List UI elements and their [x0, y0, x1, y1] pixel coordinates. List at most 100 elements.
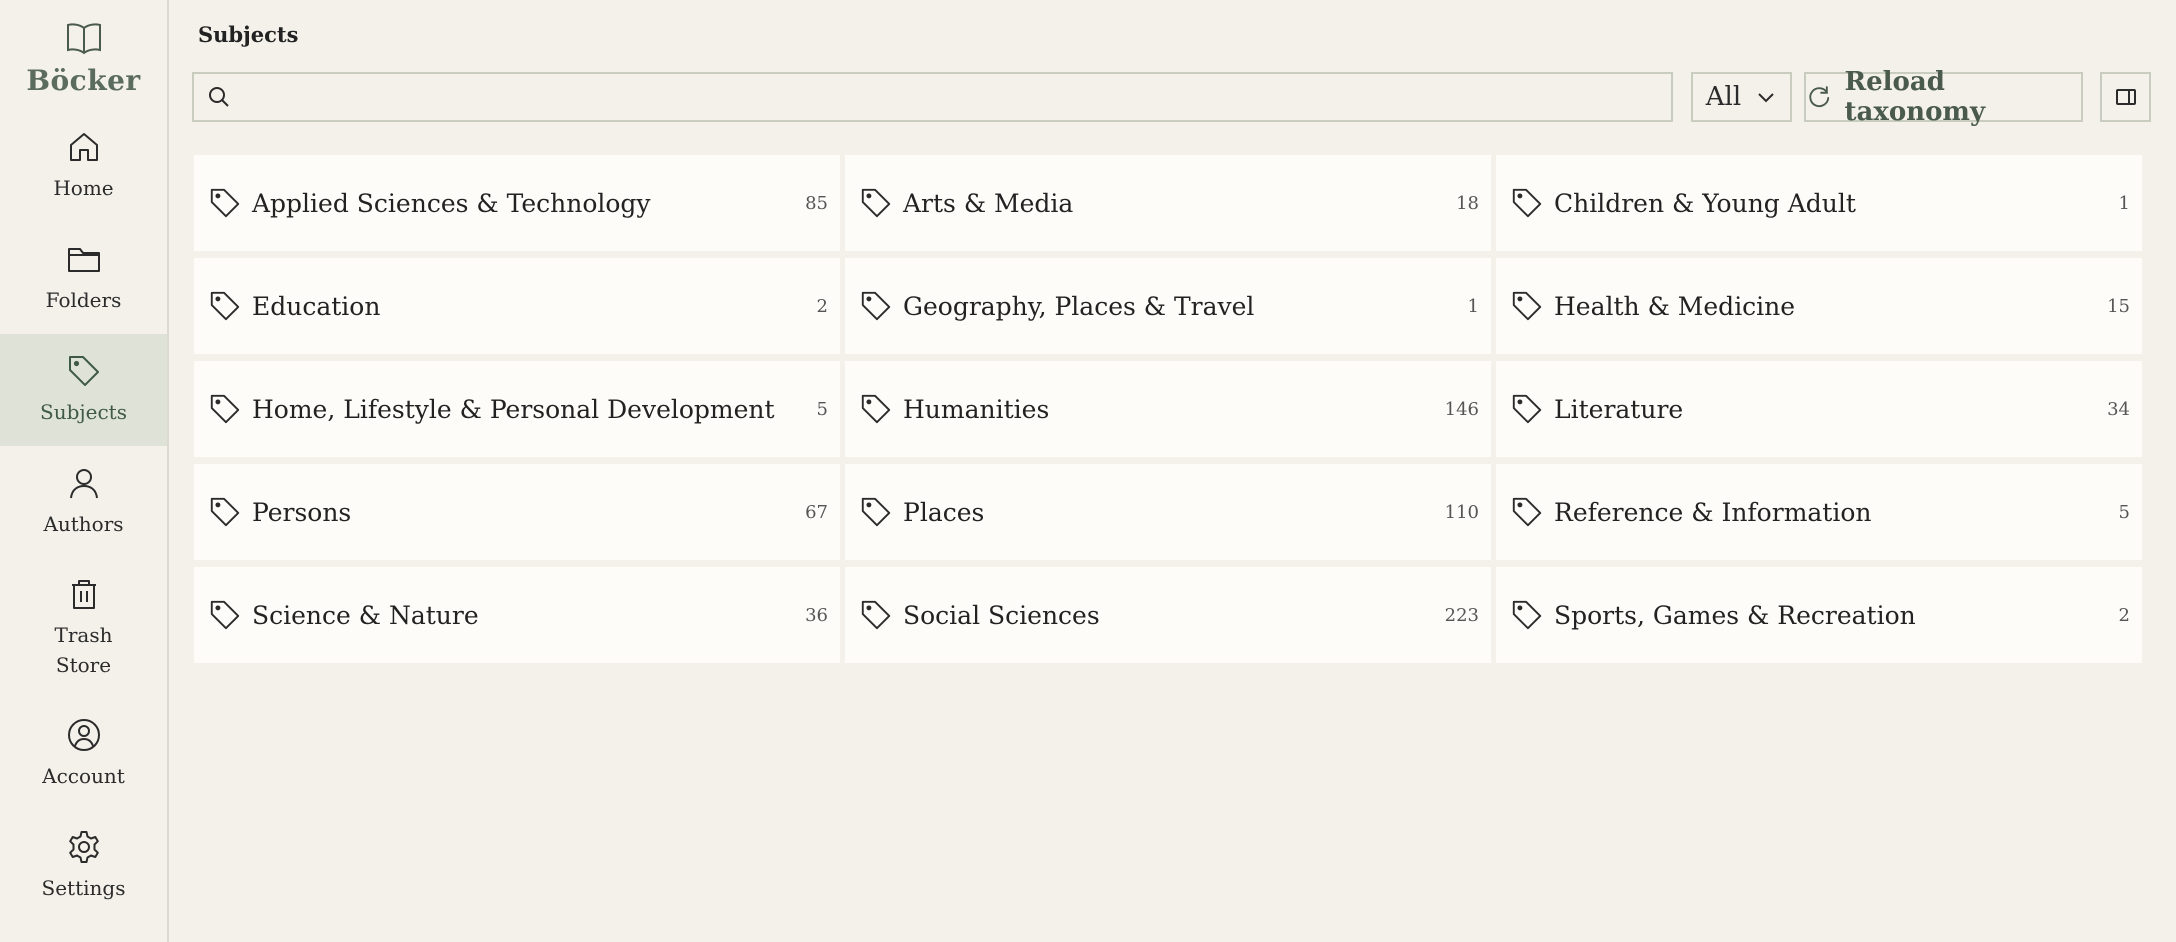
subject-label: Science & Nature	[252, 600, 479, 630]
tag-icon	[1512, 394, 1542, 424]
user-icon	[69, 469, 98, 499]
subject-card[interactable]: Literature 34	[1496, 361, 2142, 457]
sidebar-item-account[interactable]: Account	[0, 698, 167, 810]
subjects-grid: Applied Sciences & Technology 85 Arts & Me…	[194, 155, 2150, 663]
tag-icon	[861, 600, 891, 630]
tag-icon	[861, 394, 891, 424]
refresh-icon	[1809, 86, 1830, 108]
subject-count: 34	[2107, 398, 2130, 420]
subject-label: Social Sciences	[903, 600, 1100, 630]
subject-count: 67	[805, 501, 828, 523]
sidebar-panel-icon	[2115, 89, 2136, 105]
sidebar-item-label: Subjects	[40, 400, 127, 424]
folder-icon	[67, 248, 100, 272]
subject-card[interactable]: Education 2	[194, 258, 840, 354]
subject-count: 146	[1444, 398, 1479, 420]
subject-count: 85	[805, 192, 828, 214]
sidebar-item-authors[interactable]: Authors	[0, 446, 167, 558]
subject-count: 15	[2107, 295, 2130, 317]
subject-count: 36	[805, 604, 828, 626]
subject-card[interactable]: Health & Medicine 15	[1496, 258, 2142, 354]
filter-select-value: All	[1705, 82, 1742, 112]
reload-taxonomy-button[interactable]: Reload taxonomy	[1804, 67, 2083, 127]
tag-icon	[210, 188, 240, 218]
subject-count: 5	[816, 398, 828, 420]
subject-card[interactable]: Geography, Places & Travel 1	[845, 258, 1491, 354]
tag-icon	[210, 600, 240, 630]
sidebar-item-trash[interactable]: Trash Store	[0, 558, 167, 698]
subject-label: Health & Medicine	[1554, 291, 1796, 321]
subject-label: Reference & Information	[1554, 497, 1872, 527]
app-window: Böcker Home Folders Subjects Authors Tra…	[0, 0, 2176, 942]
subject-card[interactable]: Humanities 146	[845, 361, 1491, 457]
search-icon	[209, 87, 229, 107]
subject-count: 110	[1444, 501, 1479, 523]
sidebar-item-folders[interactable]: Folders	[0, 222, 167, 334]
tag-icon	[210, 497, 240, 527]
toggle-panel-button[interactable]	[2100, 72, 2151, 122]
brand-name: Böcker	[26, 64, 141, 97]
tag-icon	[210, 291, 240, 321]
home-icon	[69, 133, 98, 161]
subject-label: Home, Lifestyle & Personal Development	[252, 394, 775, 424]
sidebar-item-label: Folders	[45, 288, 122, 312]
subject-label: Humanities	[903, 394, 1050, 424]
tag-icon	[1512, 497, 1542, 527]
subject-count: 1	[2118, 192, 2130, 214]
open-book-icon	[66, 23, 101, 55]
subject-label: Applied Sciences & Technology	[252, 188, 651, 218]
sidebar-item-label: Home	[53, 176, 114, 200]
account-circle-icon	[67, 719, 100, 751]
subject-card[interactable]: Arts & Media 18	[845, 155, 1491, 251]
filter-select[interactable]: All	[1691, 72, 1792, 122]
tag-icon	[1512, 188, 1542, 218]
subject-card[interactable]: Home, Lifestyle & Personal Development 5	[194, 361, 840, 457]
brand[interactable]: Böcker	[0, 0, 167, 110]
subject-card[interactable]: Places 110	[845, 464, 1491, 560]
sidebar-item-label: Settings	[41, 876, 126, 900]
tag-icon	[861, 497, 891, 527]
subject-count: 223	[1444, 604, 1479, 626]
sidebar-item-home[interactable]: Home	[0, 110, 167, 222]
subject-label: Literature	[1554, 394, 1684, 424]
chevron-down-icon	[1758, 93, 1774, 103]
sidebar: Böcker Home Folders Subjects Authors Tra…	[0, 0, 169, 942]
subject-count: 18	[1456, 192, 1479, 214]
sidebar-item-subjects[interactable]: Subjects	[0, 334, 167, 446]
subject-card[interactable]: Sports, Games & Recreation 2	[1496, 567, 2142, 663]
tag-icon	[68, 356, 99, 386]
subject-count: 5	[2118, 501, 2130, 523]
subject-card[interactable]: Applied Sciences & Technology 85	[194, 155, 840, 251]
subject-count: 1	[1467, 295, 1479, 317]
subject-label: Geography, Places & Travel	[903, 291, 1255, 321]
tag-icon	[861, 188, 891, 218]
subject-label: Persons	[252, 497, 352, 527]
trash-icon	[71, 580, 96, 609]
subject-label: Places	[903, 497, 985, 527]
search-input[interactable]	[240, 74, 1671, 120]
search-box[interactable]	[192, 72, 1673, 122]
main-content: Subjects All Reload taxonomy Applied Sci…	[169, 0, 2176, 942]
subject-label: Education	[252, 291, 381, 321]
subject-count: 2	[2118, 604, 2130, 626]
sidebar-item-label: Trash Store	[54, 623, 113, 677]
tag-icon	[1512, 600, 1542, 630]
subject-label: Arts & Media	[903, 188, 1074, 218]
page-title: Subjects	[198, 22, 299, 47]
subject-card[interactable]: Children & Young Adult 1	[1496, 155, 2142, 251]
subject-label: Children & Young Adult	[1554, 188, 1856, 218]
subject-card[interactable]: Science & Nature 36	[194, 567, 840, 663]
sidebar-item-label: Authors	[43, 512, 124, 536]
subject-card[interactable]: Social Sciences 223	[845, 567, 1491, 663]
subject-count: 2	[816, 295, 828, 317]
tag-icon	[1512, 291, 1542, 321]
sidebar-item-label: Account	[42, 764, 125, 788]
gear-icon	[68, 831, 99, 863]
reload-taxonomy-label: Reload taxonomy	[1844, 67, 1986, 127]
subject-card[interactable]: Reference & Information 5	[1496, 464, 2142, 560]
subject-label: Sports, Games & Recreation	[1554, 600, 1916, 630]
sidebar-item-settings[interactable]: Settings	[0, 810, 167, 922]
subject-card[interactable]: Persons 67	[194, 464, 840, 560]
tag-icon	[210, 394, 240, 424]
tag-icon	[861, 291, 891, 321]
